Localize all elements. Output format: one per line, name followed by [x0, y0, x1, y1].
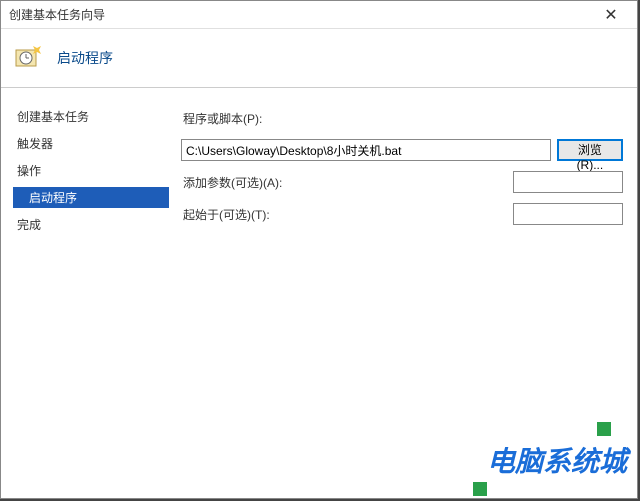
close-button[interactable]: ✕	[593, 1, 629, 28]
page-title: 启动程序	[57, 48, 113, 68]
program-script-label: 程序或脚本(P):	[181, 110, 287, 127]
window-title: 创建基本任务向导	[9, 6, 593, 23]
add-arguments-label: 添加参数(可选)(A):	[181, 174, 513, 191]
sidebar-item-finish[interactable]: 完成	[13, 214, 169, 235]
decor-block	[473, 482, 487, 496]
start-in-label: 起始于(可选)(T):	[181, 206, 513, 223]
page-header: 启动程序	[1, 29, 637, 87]
sidebar-item-trigger[interactable]: 触发器	[13, 133, 169, 154]
titlebar: 创建基本任务向导 ✕	[1, 1, 637, 29]
start-in-input[interactable]	[513, 203, 623, 225]
wizard-body: 创建基本任务 触发器 操作 启动程序 完成 程序或脚本(P): 浏览(R)...…	[1, 88, 637, 498]
sidebar-item-start-program[interactable]: 启动程序	[13, 187, 169, 208]
wizard-icon	[13, 42, 45, 74]
close-icon: ✕	[604, 5, 617, 25]
sidebar-item-create-task[interactable]: 创建基本任务	[13, 106, 169, 127]
sidebar-item-action[interactable]: 操作	[13, 160, 169, 181]
program-script-input[interactable]	[181, 139, 551, 161]
main-panel: 程序或脚本(P): 浏览(R)... 添加参数(可选)(A): 起始于(可选)(…	[181, 88, 637, 498]
browse-button[interactable]: 浏览(R)...	[557, 139, 623, 161]
decor-block	[597, 422, 611, 436]
add-arguments-input[interactable]	[513, 171, 623, 193]
wizard-steps-sidebar: 创建基本任务 触发器 操作 启动程序 完成	[1, 88, 181, 498]
wizard-window: 创建基本任务向导 ✕ 启动程序 创建基本任务 触发器 操作 启动程序 完成	[0, 0, 638, 499]
